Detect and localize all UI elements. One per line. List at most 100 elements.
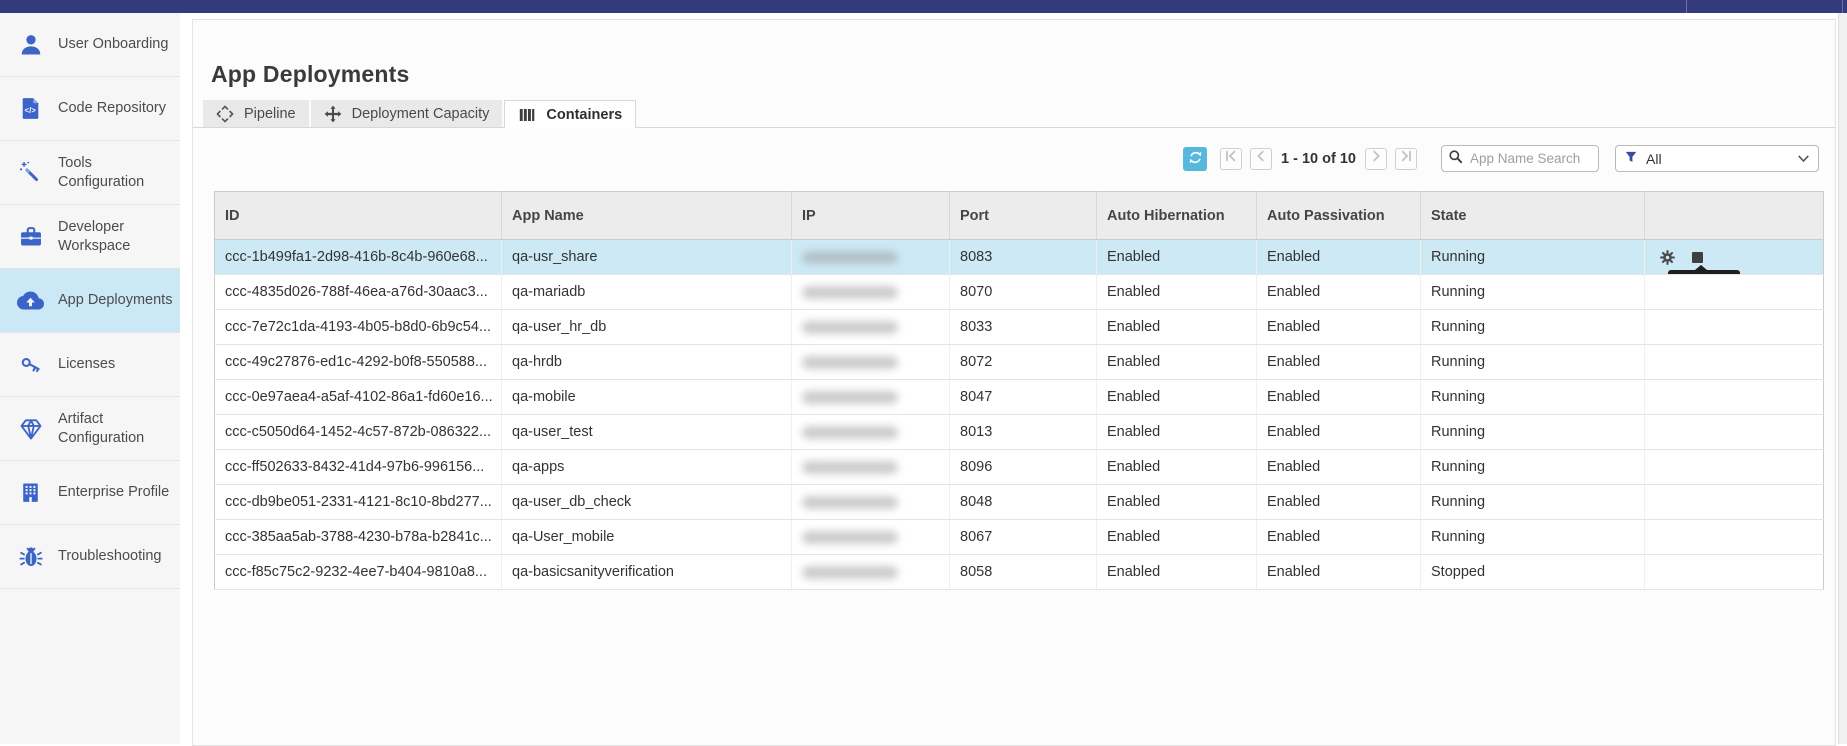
tab-label: Pipeline bbox=[244, 106, 296, 122]
cell-app-name: qa-apps bbox=[502, 450, 792, 485]
cell-port: 8048 bbox=[950, 485, 1097, 520]
cell-app-name: qa-mobile bbox=[502, 380, 792, 415]
cell-actions: Hibernate bbox=[1645, 450, 1824, 485]
cell-auto-hibernation: Enabled bbox=[1097, 380, 1257, 415]
cell-auto-hibernation: Enabled bbox=[1097, 345, 1257, 380]
settings-gear-icon[interactable] bbox=[1660, 250, 1675, 265]
cell-ip bbox=[792, 275, 950, 310]
cell-id: ccc-ff502633-8432-41d4-97b6-996156... bbox=[215, 450, 502, 485]
cell-id: ccc-49c27876-ed1c-4292-b0f8-550588... bbox=[215, 345, 502, 380]
cell-actions: Hibernate bbox=[1645, 520, 1824, 555]
first-page-icon bbox=[1224, 149, 1238, 168]
sidebar-item-troubleshooting[interactable]: Troubleshooting bbox=[0, 525, 180, 589]
redacted-ip-value bbox=[802, 391, 898, 404]
sidebar-item-enterprise-profile[interactable]: Enterprise Profile bbox=[0, 461, 180, 525]
cell-actions: Hibernate bbox=[1645, 555, 1824, 590]
cell-auto-passivation: Enabled bbox=[1257, 450, 1421, 485]
sidebar-item-label: Enterprise Profile bbox=[58, 483, 176, 502]
sidebar: User Onboarding </> Code Repository Tool… bbox=[0, 13, 180, 744]
cell-app-name: qa-basicsanityverification bbox=[502, 555, 792, 590]
cell-auto-passivation: Enabled bbox=[1257, 275, 1421, 310]
table-row[interactable]: ccc-ff502633-8432-41d4-97b6-996156... qa… bbox=[215, 450, 1824, 485]
cell-app-name: qa-User_mobile bbox=[502, 520, 792, 555]
filter-dropdown[interactable]: All bbox=[1615, 145, 1819, 172]
refresh-button[interactable] bbox=[1183, 147, 1207, 171]
redacted-ip-value bbox=[802, 496, 898, 509]
app-name-search bbox=[1441, 145, 1599, 172]
cell-id: ccc-c5050d64-1452-4c57-872b-086322... bbox=[215, 415, 502, 450]
previous-page-button[interactable] bbox=[1250, 148, 1272, 170]
cell-state: Running bbox=[1421, 275, 1645, 310]
artifact-configuration-icon bbox=[17, 415, 44, 442]
chevron-down-icon bbox=[1798, 150, 1809, 168]
sidebar-item-label: Troubleshooting bbox=[58, 547, 176, 566]
sidebar-item-tools-configuration[interactable]: Tools Configuration bbox=[0, 141, 180, 205]
table-row[interactable]: ccc-c5050d64-1452-4c57-872b-086322... qa… bbox=[215, 415, 1824, 450]
tab-deployment-capacity[interactable]: Deployment Capacity bbox=[311, 100, 503, 127]
main-content: App Deployments Pipeline Deployment Capa… bbox=[192, 19, 1836, 746]
table-row[interactable]: ccc-49c27876-ed1c-4292-b0f8-550588... qa… bbox=[215, 345, 1824, 380]
table-row[interactable]: ccc-f85c75c2-9232-4ee7-b404-9810a8... qa… bbox=[215, 555, 1824, 590]
cell-actions: Hibernate bbox=[1645, 345, 1824, 380]
cell-auto-passivation: Enabled bbox=[1257, 520, 1421, 555]
cell-id: ccc-4835d026-788f-46ea-a76d-30aac3... bbox=[215, 275, 502, 310]
cell-auto-passivation: Enabled bbox=[1257, 415, 1421, 450]
cell-auto-hibernation: Enabled bbox=[1097, 555, 1257, 590]
cell-ip bbox=[792, 310, 950, 345]
table-row[interactable]: ccc-0e97aea4-a5af-4102-86a1-fd60e16... q… bbox=[215, 380, 1824, 415]
cell-app-name: qa-mariadb bbox=[502, 275, 792, 310]
tab-strip: Pipeline Deployment Capacity Containers bbox=[193, 99, 1835, 128]
redacted-ip-value bbox=[802, 356, 898, 369]
search-icon bbox=[1448, 149, 1463, 169]
tab-pipeline[interactable]: Pipeline bbox=[203, 100, 309, 127]
cell-ip bbox=[792, 345, 950, 380]
next-page-button[interactable] bbox=[1365, 148, 1387, 170]
table-row[interactable]: ccc-1b499fa1-2d98-416b-8c4b-960e68... qa… bbox=[215, 240, 1824, 275]
cell-port: 8058 bbox=[950, 555, 1097, 590]
column-header-state: State bbox=[1421, 192, 1645, 240]
page-scrollbar[interactable] bbox=[1838, 13, 1847, 744]
tools-configuration-icon bbox=[17, 159, 44, 186]
cell-port: 8067 bbox=[950, 520, 1097, 555]
cell-state: Running bbox=[1421, 520, 1645, 555]
pagination-range-label: 1 - 10 of 10 bbox=[1281, 151, 1356, 167]
cell-state: Running bbox=[1421, 345, 1645, 380]
cell-port: 8070 bbox=[950, 275, 1097, 310]
sidebar-item-licenses[interactable]: Licenses bbox=[0, 333, 180, 397]
developer-workspace-icon bbox=[17, 223, 44, 250]
cell-id: ccc-1b499fa1-2d98-416b-8c4b-960e68... bbox=[215, 240, 502, 275]
first-page-button[interactable] bbox=[1220, 148, 1242, 170]
sidebar-item-app-deployments[interactable]: App Deployments bbox=[0, 269, 180, 333]
sidebar-item-code-repository[interactable]: </> Code Repository bbox=[0, 77, 180, 141]
table-row[interactable]: ccc-385aa5ab-3788-4230-b78a-b2841c... qa… bbox=[215, 520, 1824, 555]
containers-table-wrap: IDApp NameIPPortAuto HibernationAuto Pas… bbox=[214, 191, 1824, 590]
sidebar-item-developer-workspace[interactable]: Developer Workspace bbox=[0, 205, 180, 269]
tab-label: Deployment Capacity bbox=[352, 106, 490, 122]
sidebar-item-user-onboarding[interactable]: User Onboarding bbox=[0, 13, 180, 77]
redacted-ip-value bbox=[802, 566, 898, 579]
cell-ip bbox=[792, 450, 950, 485]
cell-auto-hibernation: Enabled bbox=[1097, 415, 1257, 450]
cell-state: Running bbox=[1421, 450, 1645, 485]
cell-auto-passivation: Enabled bbox=[1257, 485, 1421, 520]
cell-auto-passivation: Enabled bbox=[1257, 310, 1421, 345]
cell-state: Running bbox=[1421, 485, 1645, 520]
table-row[interactable]: ccc-7e72c1da-4193-4b05-b8d0-6b9c54... qa… bbox=[215, 310, 1824, 345]
cell-port: 8083 bbox=[950, 240, 1097, 275]
cell-auto-hibernation: Enabled bbox=[1097, 450, 1257, 485]
containers-table: IDApp NameIPPortAuto HibernationAuto Pas… bbox=[214, 191, 1824, 590]
pipeline-icon bbox=[216, 105, 234, 123]
sidebar-item-artifact-configuration[interactable]: Artifact Configuration bbox=[0, 397, 180, 461]
tab-containers[interactable]: Containers bbox=[504, 100, 636, 128]
table-row[interactable]: ccc-4835d026-788f-46ea-a76d-30aac3... qa… bbox=[215, 275, 1824, 310]
table-row[interactable]: ccc-db9be051-2331-4121-8c10-8bd277... qa… bbox=[215, 485, 1824, 520]
sidebar-item-label: App Deployments bbox=[58, 291, 176, 310]
last-page-button[interactable] bbox=[1395, 148, 1417, 170]
hibernate-stop-icon[interactable] bbox=[1692, 252, 1703, 263]
search-input[interactable] bbox=[1468, 150, 1592, 167]
cell-ip bbox=[792, 520, 950, 555]
cell-port: 8013 bbox=[950, 415, 1097, 450]
refresh-icon bbox=[1188, 150, 1203, 168]
cell-auto-hibernation: Enabled bbox=[1097, 310, 1257, 345]
topbar-separator bbox=[1686, 0, 1687, 13]
